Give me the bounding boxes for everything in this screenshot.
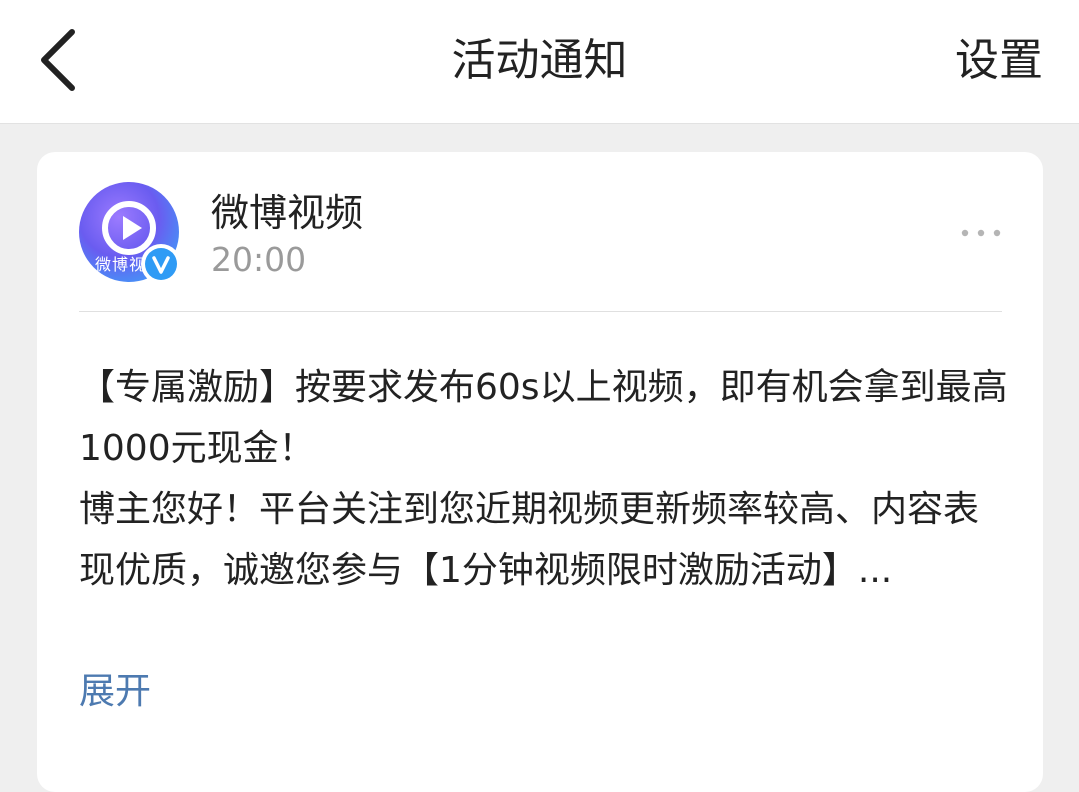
message-time: 20:00 (211, 240, 307, 279)
sender-name[interactable]: 微博视频 (211, 188, 363, 238)
notification-card: 微博视 微博视频 20:00 【专属激励】按要求发布60s以上视频，即有机会拿到… (37, 152, 1043, 792)
top-nav-bar: 活动通知 设置 (0, 0, 1079, 124)
message-paragraph-detail: 博主您好！平台关注到您近期视频更新频率较高、内容表现优质，诚邀您参与【1分钟视频… (79, 489, 980, 591)
message-body: 【专属激励】按要求发布60s以上视频，即有机会拿到最高1000元现金！ 博主您好… (79, 357, 1009, 601)
more-options-button[interactable] (959, 222, 1003, 244)
avatar-label: 微博视 (95, 255, 147, 274)
divider (79, 311, 1002, 312)
page-title: 活动通知 (451, 35, 628, 86)
expand-link[interactable]: 展开 (79, 664, 151, 720)
message-paragraph-headline: 【专属激励】按要求发布60s以上视频，即有机会拿到最高1000元现金！ (79, 367, 1008, 469)
more-horizontal-icon (961, 229, 1001, 237)
settings-button[interactable]: 设置 (955, 30, 1043, 92)
verified-badge (141, 244, 181, 284)
verified-badge-icon (145, 248, 177, 280)
